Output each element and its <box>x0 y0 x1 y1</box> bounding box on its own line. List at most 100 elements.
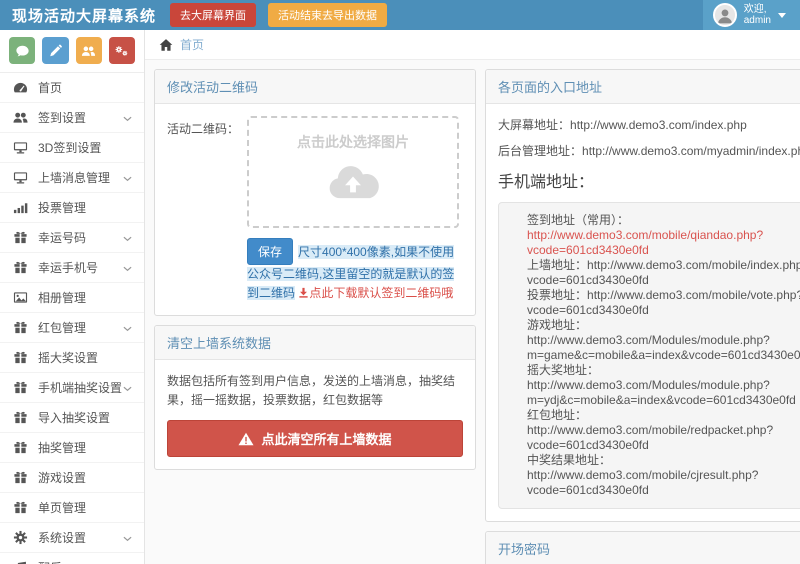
users-button[interactable] <box>76 37 102 64</box>
sidebar-item-label: 手机端抽奖设置 <box>38 379 123 396</box>
qr-upload-dropzone[interactable]: 点击此处选择图片 <box>247 116 459 228</box>
sidebar-item-mobile-lottery[interactable]: 手机端抽奖设置 <box>0 373 144 403</box>
sidebar-item-lottery-manage[interactable]: 抽奖管理 <box>0 433 144 463</box>
settings-button[interactable] <box>109 37 135 64</box>
sidebar-item-shake-prize[interactable]: 摇大奖设置 <box>0 343 144 373</box>
admin-label: 后台管理地址： <box>498 144 582 158</box>
users-icon <box>13 110 29 125</box>
pencil-icon <box>48 44 63 58</box>
chevron-down-icon <box>123 171 132 185</box>
sidebar-item-game-settings[interactable]: 游戏设置 <box>0 463 144 493</box>
welcome-text: 欢迎, admin <box>744 4 771 26</box>
mobile-link-entry: 摇大奖地址：http://www.demo3.com/Modules/modul… <box>527 363 800 408</box>
comment-button[interactable] <box>9 37 35 64</box>
sidebar-item-label: 导入抽奖设置 <box>38 409 132 426</box>
admin-url-line: 后台管理地址：http://www.demo3.com/myadmin/inde… <box>498 142 800 159</box>
game-url: http://www.demo3.com/Modules/module.php?… <box>527 333 800 362</box>
clear-data-panel: 清空上墙系统数据 数据包括所有签到用户信息，发送的上墙消息，抽奖结果，摇一摇数据… <box>154 325 476 470</box>
sidebar-item-label: 幸运手机号 <box>38 259 123 276</box>
mobile-link-label: 摇大奖地址： <box>527 363 599 377</box>
sidebar-toolbar <box>0 30 144 73</box>
clear-button-label: 点此清空所有上墙数据 <box>261 429 391 448</box>
mobile-urls-heading: 手机端地址： <box>498 168 800 192</box>
sidebar-item-lucky-phone[interactable]: 幸运手机号 <box>0 253 144 283</box>
mobile-link-label: 上墙地址： <box>527 258 587 272</box>
upload-placeholder: 点击此处选择图片 <box>297 132 409 152</box>
sidebar-item-3d-checkin[interactable]: 3D签到设置 <box>0 133 144 163</box>
user-avatar <box>713 3 737 27</box>
mobile-link-entry: 游戏地址：http://www.demo3.com/Modules/module… <box>527 318 800 363</box>
download-default-qr-link[interactable]: 点此下载默认签到二维码哦 <box>298 286 453 300</box>
go-big-screen-button[interactable]: 去大屏幕界面 <box>170 3 256 27</box>
gears-icon <box>114 44 129 58</box>
user-menu[interactable]: 欢迎, admin <box>703 0 800 30</box>
sidebar-item-label: 投票管理 <box>38 199 132 216</box>
big-screen-label: 大屏幕地址： <box>498 118 570 132</box>
sidebar-item-home[interactable]: 首页 <box>0 73 144 103</box>
sidebar-item-redpacket[interactable]: 红包管理 <box>0 313 144 343</box>
monitor-icon <box>13 170 29 185</box>
entry-panel-title: 各页面的入口地址 <box>486 70 800 104</box>
sidebar-item-label: 相册管理 <box>38 289 132 306</box>
clear-panel-description: 数据包括所有签到用户信息，发送的上墙消息，抽奖结果，摇一摇数据，投票数据，红包数… <box>167 372 463 410</box>
password-panel-title: 开场密码 <box>486 532 800 564</box>
mobile-link-entry: 上墙地址：http://www.demo3.com/mobile/index.p… <box>527 258 800 288</box>
chevron-down-icon <box>123 531 132 545</box>
welcome-line1: 欢迎, <box>744 4 767 15</box>
sidebar-item-import-lottery[interactable]: 导入抽奖设置 <box>0 403 144 433</box>
sidebar-item-label: 抽奖管理 <box>38 439 132 456</box>
mobile-link-label: 签到地址（常用）： <box>527 213 629 227</box>
sidebar-item-single-page[interactable]: 单页管理 <box>0 493 144 523</box>
shake-prize-url: http://www.demo3.com/Modules/module.php?… <box>527 378 796 407</box>
chevron-down-icon <box>123 321 132 335</box>
chevron-down-icon <box>123 261 132 275</box>
qr-field-label: 活动二维码： <box>167 116 247 228</box>
comment-icon <box>15 44 30 58</box>
big-screen-url: http://www.demo3.com/index.php <box>570 118 747 132</box>
prize-result-url: http://www.demo3.com/mobile/cjresult.php… <box>527 468 758 497</box>
gift-icon <box>13 350 29 365</box>
image-icon <box>13 290 29 305</box>
main-content: 首页 修改活动二维码 活动二维码： 点击此处选择图片 <box>145 30 800 564</box>
sidebar-item-label: 签到设置 <box>38 109 123 126</box>
home-icon <box>159 38 173 52</box>
sidebar-menu: 首页 签到设置 3D签到设置 上墙消息管理 投票管理 <box>0 73 144 564</box>
sidebar-item-music[interactable]: 配乐 <box>0 553 144 564</box>
gift-icon <box>13 260 29 275</box>
welcome-line2: admin <box>744 15 771 26</box>
gift-icon <box>13 230 29 245</box>
chevron-down-icon <box>778 13 786 18</box>
breadcrumb-home-link[interactable]: 首页 <box>180 36 204 53</box>
sidebar-item-label: 红包管理 <box>38 319 123 336</box>
mobile-link-label: 投票地址： <box>527 288 587 302</box>
mobile-urls-well: 签到地址（常用）：http://www.demo3.com/mobile/qia… <box>498 202 800 509</box>
checkin-url-link[interactable]: http://www.demo3.com/mobile/qiandao.php?… <box>527 228 763 257</box>
clear-panel-title: 清空上墙系统数据 <box>155 326 475 360</box>
sidebar-item-lucky-number[interactable]: 幸运号码 <box>0 223 144 253</box>
clear-all-data-button[interactable]: 点此清空所有上墙数据 <box>167 420 463 457</box>
app-title: 现场活动大屏幕系统 <box>0 5 170 26</box>
chevron-down-icon <box>123 381 132 395</box>
sidebar-item-label: 游戏设置 <box>38 469 132 486</box>
chevron-down-icon <box>123 231 132 245</box>
sidebar-item-vote[interactable]: 投票管理 <box>0 193 144 223</box>
gift-icon <box>13 440 29 455</box>
export-data-button[interactable]: 活动结束去导出数据 <box>268 3 387 27</box>
sidebar-item-label: 幸运号码 <box>38 229 123 246</box>
sidebar-item-wall-message[interactable]: 上墙消息管理 <box>0 163 144 193</box>
mobile-link-label: 中奖结果地址： <box>527 453 611 467</box>
admin-url: http://www.demo3.com/myadmin/index.php <box>582 144 800 158</box>
sidebar-item-album[interactable]: 相册管理 <box>0 283 144 313</box>
edit-button[interactable] <box>42 37 68 64</box>
music-icon <box>13 560 29 564</box>
sidebar-item-system-settings[interactable]: 系统设置 <box>0 523 144 553</box>
gift-icon <box>13 410 29 425</box>
dashboard-icon <box>13 80 29 95</box>
download-link-label: 点此下载默认签到二维码哦 <box>309 286 453 300</box>
bar-chart-icon <box>13 200 29 215</box>
sidebar-item-checkin-settings[interactable]: 签到设置 <box>0 103 144 133</box>
big-screen-url-line: 大屏幕地址：http://www.demo3.com/index.php <box>498 116 800 133</box>
sidebar: 首页 签到设置 3D签到设置 上墙消息管理 投票管理 <box>0 30 145 564</box>
save-button[interactable]: 保存 <box>247 238 293 265</box>
qr-panel-title: 修改活动二维码 <box>155 70 475 104</box>
